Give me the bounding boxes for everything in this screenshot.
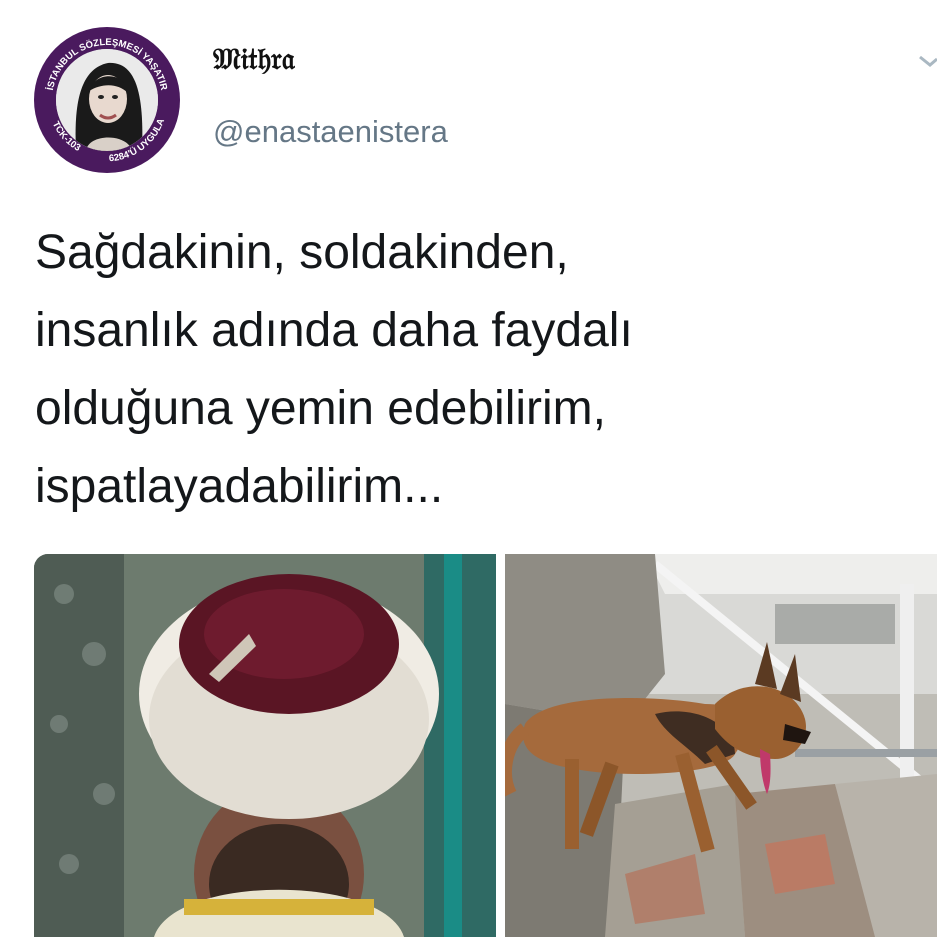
display-name[interactable]: 𝔐𝔦𝔱𝔥𝔯𝔞 [213,42,295,77]
tweet-media-right[interactable] [505,554,937,937]
imam-photo [34,554,496,937]
tweet-media-left[interactable] [34,554,496,937]
chevron-down-icon[interactable] [918,54,937,68]
avatar-photo [56,49,158,151]
tweet-text: Sağdakinin, soldakinden, insanlık adında… [35,226,633,513]
rescue-dog-photo [505,554,937,937]
avatar[interactable]: İSTANBUL SÖZLEŞMESİ YAŞATIR TCK-103 6284… [34,27,180,173]
user-handle[interactable]: @enastaenistera [213,114,448,150]
